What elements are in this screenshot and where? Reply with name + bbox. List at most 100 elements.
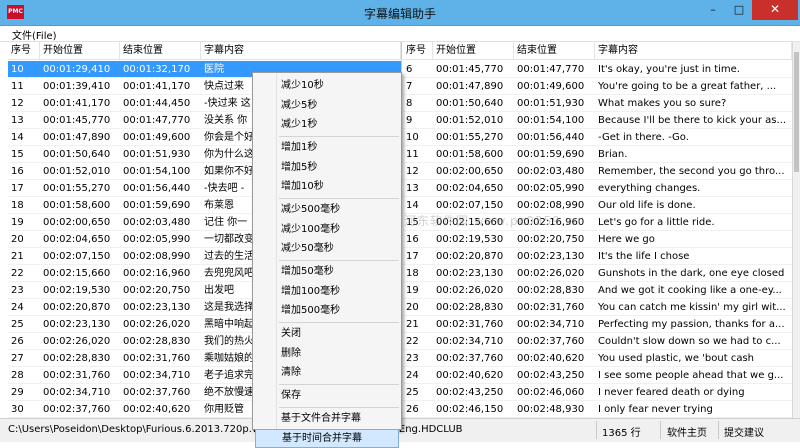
cell-content: -Get in there. -Go. bbox=[598, 132, 689, 143]
cell-index: 18 bbox=[11, 200, 24, 211]
table-row[interactable]: 8 00:01:50,640 00:01:51,930 What makes you … bbox=[403, 95, 792, 112]
table-row[interactable]: 19 00:02:26,020 00:02:28,830 And we got it … bbox=[403, 282, 792, 299]
column-header-start[interactable]: 开始位置 bbox=[40, 42, 120, 60]
column-header-end[interactable]: 结束位置 bbox=[120, 42, 201, 60]
table-row[interactable]: 23 00:02:37,760 00:02:40,620 You used plast… bbox=[403, 350, 792, 367]
menu-item-plus-500ms[interactable]: 增加500毫秒 bbox=[255, 301, 399, 320]
table-row[interactable]: 25 00:02:43,250 00:02:46,060 I never feared… bbox=[403, 384, 792, 401]
table-row[interactable]: 21 00:02:31,760 00:02:34,710 Perfecting my … bbox=[403, 316, 792, 333]
table-row[interactable]: 26 00:02:46,150 00:02:48,930 I only fear ne… bbox=[403, 401, 792, 418]
cell-start-time: 00:01:41,170 bbox=[43, 98, 111, 109]
cell-start-time: 00:01:58,600 bbox=[43, 200, 111, 211]
cell-index: 30 bbox=[11, 404, 24, 415]
cell-index: 16 bbox=[406, 234, 419, 245]
table-row[interactable]: 18 00:02:23,130 00:02:26,020 Gunshots in th… bbox=[403, 265, 792, 282]
cell-start-time: 00:01:55,270 bbox=[436, 132, 504, 143]
menu-item-minus-1s[interactable]: 减少1秒 bbox=[255, 115, 399, 134]
cell-start-time: 00:01:50,640 bbox=[436, 98, 504, 109]
table-row[interactable]: 6 00:01:45,770 00:01:47,770 It's okay, you'… bbox=[403, 61, 792, 78]
close-button[interactable]: ✕ bbox=[752, 0, 798, 20]
table-row[interactable]: 24 00:02:40,620 00:02:43,250 I see some peo… bbox=[403, 367, 792, 384]
menu-item-close[interactable]: 关闭 bbox=[255, 324, 399, 343]
menu-item-clear[interactable]: 清除 bbox=[255, 363, 399, 382]
subtitle-grid-right[interactable]: 序号 开始位置 结束位置 字幕内容 6 00:01:45,770 00:01:47,770 I… bbox=[403, 42, 792, 418]
column-header-content[interactable]: 字幕内容 bbox=[595, 42, 792, 60]
table-row[interactable]: 10 00:01:55,270 00:01:56,440 -Get in there.… bbox=[403, 129, 792, 146]
cell-content: I never feared death or dying bbox=[598, 387, 745, 398]
table-row[interactable]: 11 00:01:58,600 00:01:59,690 Brian. bbox=[403, 146, 792, 163]
homepage-link[interactable]: 软件主页 bbox=[667, 424, 707, 439]
cell-end-time: 00:01:51,930 bbox=[517, 98, 585, 109]
cell-index: 8 bbox=[406, 98, 413, 109]
menu-item-merge-by-file[interactable]: 基于文件合并字幕 bbox=[255, 409, 399, 428]
cell-start-time: 00:02:34,710 bbox=[43, 387, 111, 398]
menu-item-plus-100ms[interactable]: 增加100毫秒 bbox=[255, 282, 399, 301]
cell-start-time: 00:02:20,870 bbox=[43, 302, 111, 313]
menu-item-plus-50ms[interactable]: 增加50毫秒 bbox=[255, 262, 399, 281]
cell-end-time: 00:01:56,440 bbox=[517, 132, 585, 143]
cell-content: Brian. bbox=[598, 149, 628, 160]
cell-index: 23 bbox=[11, 285, 24, 296]
minimize-button[interactable]: – bbox=[700, 0, 726, 20]
column-header-start[interactable]: 开始位置 bbox=[433, 42, 514, 60]
table-row[interactable]: 16 00:02:19,530 00:02:20,750 Here we go bbox=[403, 231, 792, 248]
menu-item-plus-1s[interactable]: 增加1秒 bbox=[255, 138, 399, 157]
cell-index: 6 bbox=[406, 64, 413, 75]
line-count: 1365 行 bbox=[602, 428, 641, 439]
cell-end-time: 00:02:46,060 bbox=[517, 387, 585, 398]
cell-index: 11 bbox=[11, 81, 24, 92]
cell-start-time: 00:02:00,650 bbox=[43, 217, 111, 228]
menu-item-minus-10s[interactable]: 减少10秒 bbox=[255, 76, 399, 95]
cell-index: 20 bbox=[11, 234, 24, 245]
cell-content: I only fear never trying bbox=[598, 404, 713, 415]
table-row[interactable]: 9 00:01:52,010 00:01:54,100 Because I'll be… bbox=[403, 112, 792, 129]
cell-end-time: 00:02:05,990 bbox=[123, 234, 191, 245]
menu-item-merge-by-time[interactable]: 基于时间合并字幕 bbox=[255, 428, 399, 448]
cell-start-time: 00:02:04,650 bbox=[43, 234, 111, 245]
menu-file[interactable]: 文件(File) bbox=[12, 27, 57, 42]
maximize-button[interactable]: □ bbox=[726, 0, 752, 20]
scrollbar-thumb[interactable] bbox=[794, 52, 799, 172]
cell-end-time: 00:01:54,100 bbox=[517, 115, 585, 126]
cell-content: Let's go for a little ride. bbox=[598, 217, 715, 228]
column-header-index[interactable]: 序号 bbox=[8, 42, 40, 60]
vertical-scrollbar[interactable] bbox=[792, 42, 800, 418]
table-row[interactable]: 12 00:02:00,650 00:02:03,480 Remember, the … bbox=[403, 163, 792, 180]
menu-item-plus-5s[interactable]: 增加5秒 bbox=[255, 158, 399, 177]
cell-index: 26 bbox=[406, 404, 419, 415]
cell-index: 24 bbox=[406, 370, 419, 381]
menu-item-minus-5s[interactable]: 减少5秒 bbox=[255, 96, 399, 115]
suggest-link[interactable]: 提交建议 bbox=[724, 424, 764, 439]
window-title: 字幕编辑助手 bbox=[363, 7, 436, 21]
column-header-index[interactable]: 序号 bbox=[403, 42, 433, 60]
cell-content: Here we go bbox=[598, 234, 655, 245]
cell-index: 7 bbox=[406, 81, 413, 92]
cell-start-time: 00:02:40,620 bbox=[436, 370, 504, 381]
menu-item-minus-500ms[interactable]: 减少500毫秒 bbox=[255, 200, 399, 219]
cell-end-time: 00:02:43,250 bbox=[517, 370, 585, 381]
menu-item-minus-50ms[interactable]: 减少50毫秒 bbox=[255, 239, 399, 258]
table-row[interactable]: 20 00:02:28,830 00:02:31,760 You can catch … bbox=[403, 299, 792, 316]
menu-item-minus-100ms[interactable]: 减少100毫秒 bbox=[255, 220, 399, 239]
left-file-path: C:\Users\Poseidon\Desktop\Furious.6.2013… bbox=[8, 424, 262, 435]
cell-index: 13 bbox=[406, 183, 419, 194]
cell-start-time: 00:01:45,770 bbox=[436, 64, 504, 75]
menu-item-plus-10s[interactable]: 增加10秒 bbox=[255, 177, 399, 196]
menu-item-delete[interactable]: 删除 bbox=[255, 344, 399, 363]
cell-index: 19 bbox=[406, 285, 419, 296]
context-menu: 减少10秒 减少5秒 减少1秒增加1秒 增加5秒 增加10秒减少500毫秒 减少100毫秒… bbox=[252, 72, 402, 448]
column-header-content[interactable]: 字幕内容 bbox=[201, 42, 401, 60]
watermark: 河东软件园 www.pc0359.cn bbox=[404, 214, 582, 228]
menu-separator bbox=[279, 321, 399, 323]
cell-index: 9 bbox=[406, 115, 413, 126]
table-row[interactable]: 22 00:02:34,710 00:02:37,760 Couldn't slow … bbox=[403, 333, 792, 350]
table-row[interactable]: 17 00:02:20,870 00:02:23,130 It's the life … bbox=[403, 248, 792, 265]
cell-end-time: 00:02:28,830 bbox=[123, 336, 191, 347]
menu-separator bbox=[279, 259, 399, 261]
column-header-end[interactable]: 结束位置 bbox=[514, 42, 595, 60]
menu-item-save[interactable]: 保存 bbox=[255, 386, 399, 405]
cell-end-time: 00:01:54,100 bbox=[123, 166, 191, 177]
cell-end-time: 00:02:23,130 bbox=[123, 302, 191, 313]
table-row[interactable]: 13 00:02:04,650 00:02:05,990 everything cha… bbox=[403, 180, 792, 197]
table-row[interactable]: 7 00:01:47,890 00:01:49,600 You're going to… bbox=[403, 78, 792, 95]
